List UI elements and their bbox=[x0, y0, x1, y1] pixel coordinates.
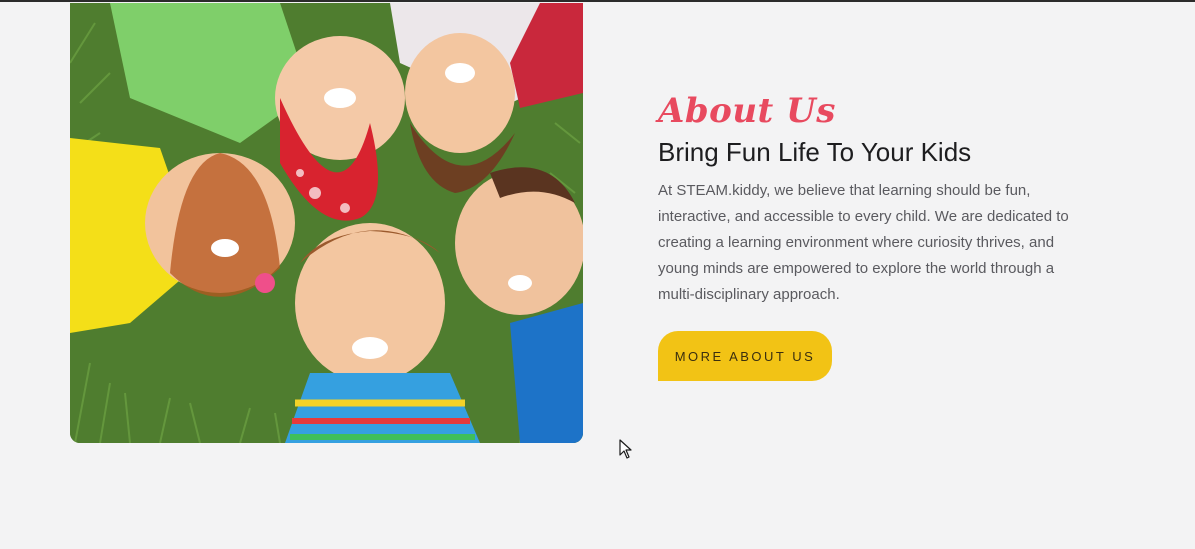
section-title: Bring Fun Life To Your Kids bbox=[658, 137, 972, 167]
section-description: At STEAM.kiddy, we believe that learning… bbox=[658, 182, 1069, 303]
kids-photo bbox=[70, 3, 583, 443]
mouse-pointer-icon bbox=[619, 439, 633, 459]
section-kicker: About Us bbox=[658, 91, 836, 131]
about-section: About Us Bring Fun Life To Your Kids At … bbox=[658, 90, 1088, 308]
top-divider bbox=[0, 0, 1195, 2]
more-about-us-button[interactable]: MORE ABOUT US bbox=[658, 331, 832, 381]
